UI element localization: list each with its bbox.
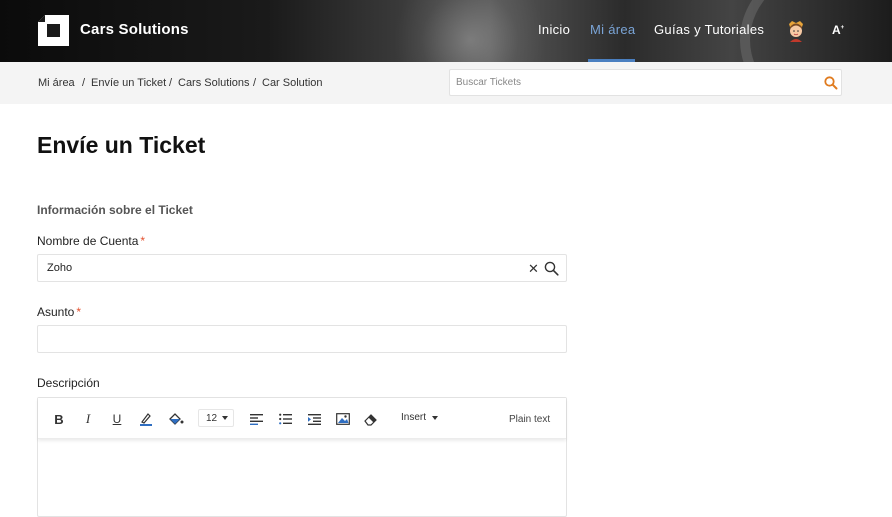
nav-inicio[interactable]: Inicio: [538, 22, 570, 37]
required-mark: *: [140, 234, 146, 248]
required-mark: *: [76, 305, 82, 319]
list-button[interactable]: [278, 411, 292, 427]
plain-text-toggle[interactable]: Plain text: [509, 414, 550, 425]
chevron-down-icon: [432, 415, 439, 420]
fill-bucket-icon: [169, 413, 184, 425]
align-button[interactable]: [249, 411, 263, 427]
nav-guias-tutoriales[interactable]: Guías y Tutoriales: [654, 22, 764, 37]
font-size-icon[interactable]: A+: [832, 23, 844, 37]
brand-name[interactable]: Cars Solutions: [80, 21, 189, 38]
font-size-select[interactable]: 12: [198, 409, 234, 427]
top-header: Cars Solutions Inicio Mi área Guías y Tu…: [0, 0, 892, 62]
bullet-list-icon: [278, 413, 292, 425]
clear-format-button[interactable]: [364, 411, 378, 427]
breadcrumb-separator: /: [82, 77, 86, 89]
breadcrumb-car-solution[interactable]: Car Solution: [262, 77, 323, 89]
breadcrumb-cars-solutions[interactable]: Cars Solutions: [178, 77, 250, 89]
nav-active-indicator: [588, 59, 635, 62]
breadcrumb-mi-area[interactable]: Mi área: [38, 77, 75, 89]
image-button[interactable]: [336, 411, 350, 427]
bold-button[interactable]: B: [52, 411, 66, 427]
indent-icon: [307, 414, 321, 425]
description-editor[interactable]: B I U 12 Insert Plain text: [37, 397, 567, 517]
lookup-search-icon[interactable]: [544, 261, 559, 276]
italic-button[interactable]: I: [81, 411, 95, 427]
search-icon[interactable]: [824, 76, 838, 90]
breadcrumb-separator: /: [253, 77, 257, 89]
page-title: Envíe un Ticket: [37, 132, 206, 158]
clear-icon[interactable]: ✕: [528, 261, 539, 277]
image-icon: [336, 413, 350, 425]
insert-menu[interactable]: Insert: [401, 412, 439, 423]
nav-mi-area[interactable]: Mi área: [590, 22, 635, 37]
breadcrumb-envie-ticket[interactable]: Envíe un Ticket: [91, 77, 166, 89]
brand-logo-icon[interactable]: [37, 14, 70, 47]
account-value: Zoho: [47, 262, 73, 274]
editor-toolbar: B I U 12 Insert Plain text: [38, 398, 566, 439]
background-color-button[interactable]: [167, 411, 185, 427]
text-color-icon: [140, 413, 152, 426]
user-avatar-icon[interactable]: [786, 20, 806, 42]
indent-button[interactable]: [307, 411, 321, 427]
eraser-icon: [364, 413, 377, 426]
subject-label: Asunto *: [37, 305, 82, 319]
ticket-search: [449, 69, 842, 96]
breadcrumb-separator: /: [169, 77, 173, 89]
section-title: Información sobre el Ticket: [37, 203, 193, 217]
subject-input[interactable]: [37, 325, 567, 353]
account-field[interactable]: Zoho ✕: [37, 254, 567, 282]
account-label: Nombre de Cuenta *: [37, 234, 146, 248]
underline-button[interactable]: U: [110, 411, 124, 427]
breadcrumb-bar: Mi área / Envíe un Ticket / Cars Solutio…: [0, 62, 892, 104]
chevron-down-icon: [222, 416, 229, 420]
align-left-icon: [249, 414, 263, 425]
ticket-search-input[interactable]: [456, 75, 806, 90]
text-color-button[interactable]: [138, 411, 154, 427]
description-label: Descripción: [37, 376, 100, 390]
